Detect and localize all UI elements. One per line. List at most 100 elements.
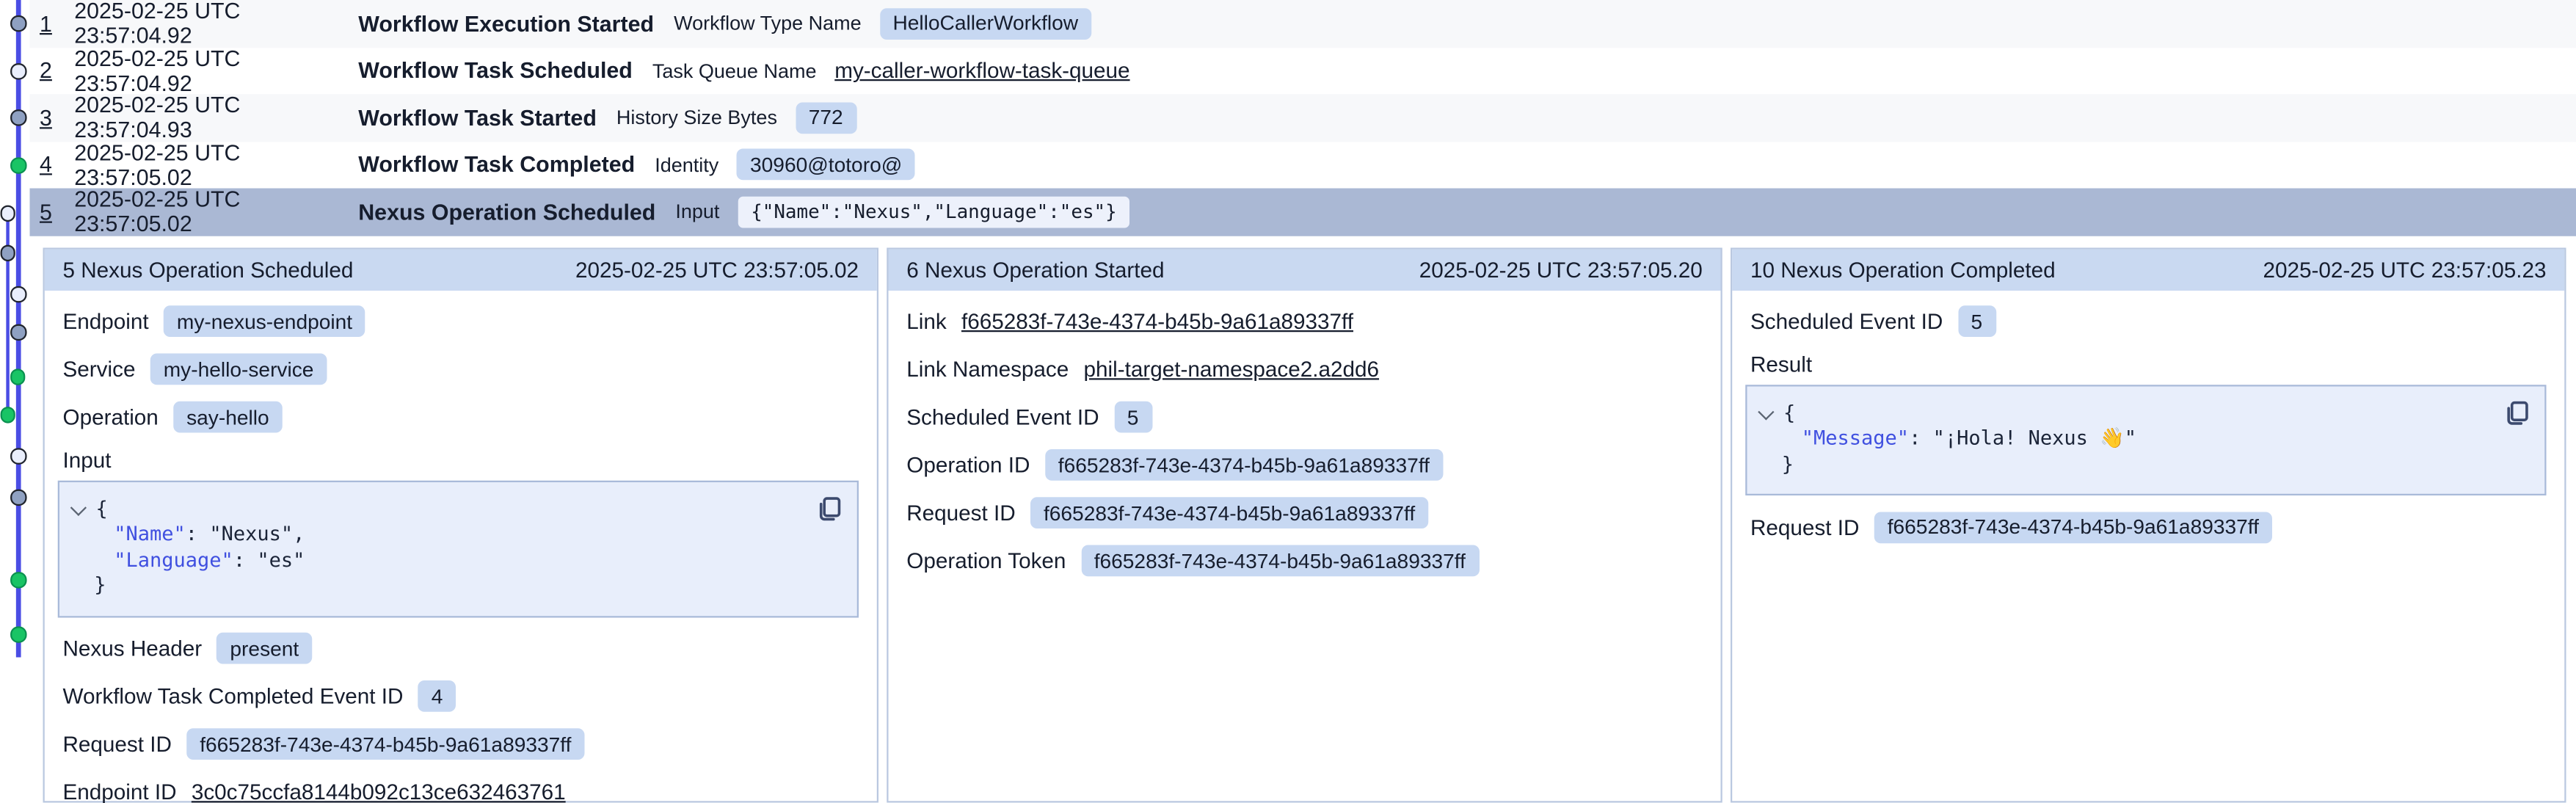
detail-field: Endpoint ID3c0c75ccfa8144b092c13ce632463… <box>63 775 859 803</box>
event-id-link[interactable]: 3 <box>40 105 58 130</box>
field-label: Input <box>63 447 859 472</box>
panel-timestamp: 2025-02-25 UTC 23:57:05.20 <box>1419 257 1703 282</box>
event-row-5[interactable]: 52025-02-25 UTC 23:57:05.02Nexus Operati… <box>30 189 2576 236</box>
event-row-1[interactable]: 12025-02-25 UTC 23:57:04.92Workflow Exec… <box>30 0 2576 47</box>
collapse-chevron-icon[interactable] <box>70 499 87 515</box>
json-token: "Language" <box>114 548 233 571</box>
field-label: Service <box>63 357 136 382</box>
timeline-branch-line <box>5 213 10 415</box>
field-label: Endpoint <box>63 309 149 334</box>
field-label: Link <box>906 309 946 334</box>
detail-field: Link f665283f-743e-4374-b45b-9a61a89337ff <box>906 305 1703 338</box>
collapse-chevron-icon[interactable] <box>1758 403 1774 419</box>
event-detail-label: Workflow Type Name <box>674 12 862 35</box>
field-value-badge: my-nexus-endpoint <box>164 305 365 337</box>
event-row-2[interactable]: 22025-02-25 UTC 23:57:04.92Workflow Task… <box>30 47 2576 94</box>
field-label: Operation <box>63 404 159 429</box>
field-value-link[interactable]: phil-target-namespace2.a2dd6 <box>1084 357 1380 382</box>
detail-field: Operation ID f665283f-743e-4374-b45b-9a61… <box>906 448 1703 482</box>
event-history-view: 12025-02-25 UTC 23:57:04.92Workflow Exec… <box>0 0 2576 803</box>
panel-header: 10 Nexus Operation Completed2025-02-25 U… <box>1732 249 2564 290</box>
event-id-link[interactable]: 4 <box>40 153 58 178</box>
timeline-dot-light <box>10 286 26 302</box>
field-label: Operation Token <box>906 548 1066 573</box>
timeline-dot-green <box>0 407 15 422</box>
json-line: } <box>1761 451 2528 477</box>
detail-field: Operation say-hello <box>63 401 859 434</box>
json-token: "¡Hola! Nexus 👋" <box>1933 426 2136 450</box>
panel-title: 6 Nexus Operation Started <box>906 257 1164 282</box>
field-label: Link Namespace <box>906 357 1069 382</box>
field-value-link[interactable]: 3c0c75ccfa8144b092c13ce632463761 <box>192 780 566 803</box>
json-token: } <box>94 573 106 597</box>
field-label: Operation ID <box>906 453 1030 478</box>
timeline-dot-gray <box>10 15 26 31</box>
event-detail-value-link[interactable]: my-caller-workflow-task-queue <box>834 58 1129 83</box>
field-value-badge: f665283f-743e-4374-b45b-9a61a89337ff <box>1045 449 1443 481</box>
json-token: "Nexus", <box>209 522 305 545</box>
field-value-link[interactable]: f665283f-743e-4374-b45b-9a61a89337ff <box>961 309 1353 334</box>
field-value-badge: say-hello <box>173 402 283 433</box>
json-token: : <box>1909 426 1933 450</box>
event-id-link[interactable]: 5 <box>40 200 58 225</box>
event-id-link[interactable]: 1 <box>40 11 58 36</box>
panel-header: 5 Nexus Operation Scheduled2025-02-25 UT… <box>45 249 877 290</box>
field-label: Nexus Header <box>63 636 203 661</box>
copy-button[interactable] <box>2503 399 2530 425</box>
copy-button[interactable] <box>816 495 843 521</box>
event-detail-label: Identity <box>655 153 718 177</box>
event-detail-panels: 5 Nexus Operation Scheduled2025-02-25 UT… <box>43 247 2566 802</box>
timeline-dot-gray <box>10 109 26 125</box>
json-token: { <box>1783 401 1795 424</box>
panel-header: 6 Nexus Operation Started 2025-02-25 UTC … <box>889 249 1721 290</box>
timeline-dot-green <box>10 572 26 587</box>
json-viewer: {"Message": "¡Hola! Nexus 👋"} <box>1745 384 2546 495</box>
field-label: Scheduled Event ID <box>1750 309 1943 334</box>
panel-timestamp: 2025-02-25 UTC 23:57:05.02 <box>575 257 859 282</box>
json-line: "Language": "es" <box>73 548 840 573</box>
timeline-dot-green <box>10 626 26 642</box>
detail-field: Request IDf665283f-743e-4374-b45b-9a61a8… <box>906 496 1703 529</box>
detail-field: Request IDf665283f-743e-4374-b45b-9a61a8… <box>1750 510 2547 543</box>
copy-icon <box>816 495 843 521</box>
event-time: 2025-02-25 UTC 23:57:04.93 <box>74 93 358 143</box>
event-detail-panel: 6 Nexus Operation Started 2025-02-25 UTC … <box>887 247 1722 802</box>
event-detail-value-badge: HelloCallerWorkflow <box>879 8 1091 40</box>
field-value-badge: my-hello-service <box>150 354 327 385</box>
detail-field: Scheduled Event ID5 <box>1750 305 2547 338</box>
event-id-link[interactable]: 2 <box>40 58 58 83</box>
json-viewer: {"Name": "Nexus","Language": "es"} <box>58 480 859 617</box>
json-line: "Message": "¡Hola! Nexus 👋" <box>1761 426 2528 452</box>
panel-body: Scheduled Event ID5Result{"Message": "¡H… <box>1732 305 2564 543</box>
field-value-badge: 5 <box>1114 402 1152 433</box>
event-detail-value-badge: 772 <box>796 102 856 134</box>
event-row-4[interactable]: 4 2025-02-25 UTC 23:57:05.02Workflow Task… <box>30 141 2576 188</box>
json-token: : <box>233 548 258 571</box>
timeline-dot-gray <box>10 324 26 340</box>
event-detail-label: History Size Bytes <box>616 106 777 130</box>
event-row-3[interactable]: 32025-02-25 UTC 23:57:04.93Workflow Task… <box>30 94 2576 141</box>
field-label: Scheduled Event ID <box>906 404 1099 429</box>
event-time: 2025-02-25 UTC 23:57:05.02 <box>74 140 358 190</box>
field-value-badge: 4 <box>418 680 456 712</box>
json-token: : <box>186 522 210 545</box>
field-label: Request ID <box>63 732 172 757</box>
field-label: Workflow Task Completed Event ID <box>63 684 404 709</box>
event-detail-label: Input <box>675 200 719 224</box>
field-label: Request ID <box>1750 515 1859 539</box>
event-time: 2025-02-25 UTC 23:57:04.92 <box>74 0 358 48</box>
detail-field: Nexus Headerpresent <box>63 632 859 665</box>
copy-icon <box>2503 399 2530 425</box>
json-line: } <box>73 573 840 599</box>
detail-field: Request IDf665283f-743e-4374-b45b-9a61a8… <box>63 727 859 760</box>
panel-body: Link f665283f-743e-4374-b45b-9a61a89337ff… <box>889 305 1721 577</box>
json-token: "Message" <box>1802 426 1909 450</box>
field-value-badge: f665283f-743e-4374-b45b-9a61a89337ff <box>1081 545 1479 577</box>
timeline-dot-gray <box>0 245 15 261</box>
detail-field: Service my-hello-service <box>63 352 859 385</box>
event-name: Workflow Task Scheduled <box>358 58 633 83</box>
panel-title: 10 Nexus Operation Completed <box>1750 257 2056 282</box>
timeline-dot-green <box>10 157 26 172</box>
json-line: "Name": "Nexus", <box>73 522 840 548</box>
event-name: Workflow Task Completed <box>358 153 635 178</box>
